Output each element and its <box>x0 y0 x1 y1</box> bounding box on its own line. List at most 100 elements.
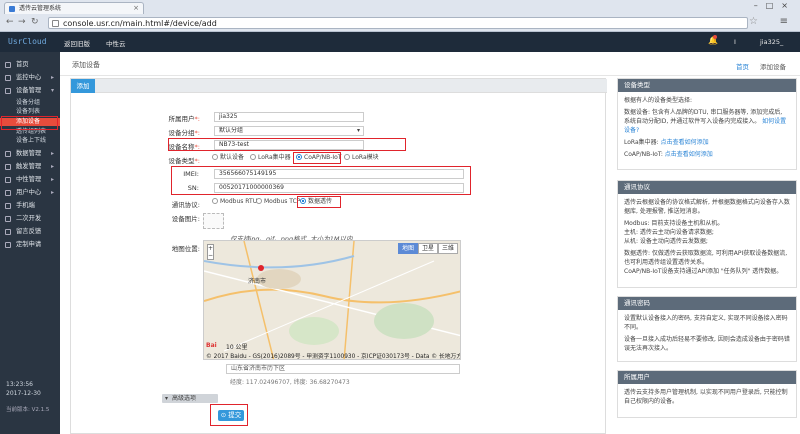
reload-icon[interactable]: ↻ <box>31 17 39 28</box>
sidebar: 首页 监控中心 ▸ 设备管理 ▾ 设备分组 设备列表 添加设备 透传组列表 设备上下… <box>0 52 60 434</box>
help-title: 设备类型 <box>618 79 796 92</box>
help-text: 透传云根据设备的协议格式解析, 并根据数据格式向设备存入数据库, 处理报警, 推… <box>624 199 790 215</box>
custom-icon <box>5 242 11 248</box>
map-type-3d[interactable]: 三维 <box>437 243 458 254</box>
help-link-coap[interactable]: 点击查看如何添加 <box>665 151 713 158</box>
sidebar-item-data[interactable]: 数据管理 ▸ <box>0 148 60 160</box>
breadcrumb-current: 添加设备 <box>760 63 786 71</box>
favicon-icon <box>9 6 15 12</box>
bookmark-star-icon[interactable]: ☆ <box>749 16 758 27</box>
sidebar-item-devices[interactable]: 设备管理 ▾ <box>0 85 60 97</box>
bell-icon[interactable]: 🔔 <box>708 35 718 45</box>
user-initial[interactable]: I <box>734 38 736 46</box>
map-label: 地图位置: <box>171 245 200 253</box>
map-type-satellite[interactable]: 卫星 <box>417 243 438 254</box>
protocol-label: 通讯协议: <box>171 201 200 209</box>
address-input[interactable]: 山东省济南市历下区 <box>226 364 460 374</box>
device-icon <box>5 88 11 94</box>
highlight-device-name <box>168 138 406 151</box>
page-title: 添加设备 <box>72 61 100 69</box>
sidebar-item-dev[interactable]: 二次开发 <box>0 213 60 225</box>
highlight-imei-sn <box>171 166 471 195</box>
back-icon[interactable]: ← <box>6 17 14 28</box>
protocol-modbus-rtu-radio[interactable]: Modbus RTU <box>212 197 257 207</box>
neutral-icon <box>5 177 11 183</box>
caret-icon: ▸ <box>50 189 54 196</box>
address-bar-row: ← → ↻ console.usr.cn/main.html#/device/a… <box>4 16 796 30</box>
page-icon <box>52 20 59 27</box>
help-text: CoAP/NB-IoT设备支持通过API添加 "任务队列" 透传数据。 <box>624 268 783 275</box>
data-icon <box>5 151 11 157</box>
help-panel-password: 通讯密码 设置默认设备接入的密码, 支持自定义, 实现不同设备接入密码不同。 设… <box>617 296 797 362</box>
radio-icon <box>256 198 262 204</box>
help-text: 数据透传: 仅做透传云获取数据流, 可利用API获取设备数据流, 也可利用透传组… <box>624 250 788 266</box>
help-link-lora[interactable]: 点击查看如何添加 <box>661 139 709 146</box>
caret-icon: ▸ <box>50 74 54 81</box>
sidebar-item-custom[interactable]: 定制申请 <box>0 239 60 251</box>
advanced-toggle[interactable]: ▾ 高级选项 <box>162 394 218 403</box>
breadcrumb-home[interactable]: 首页 <box>736 61 749 71</box>
caret-icon: ▸ <box>50 150 54 157</box>
browser-menu-icon[interactable]: ≡ <box>780 16 788 27</box>
sidebar-item-triggers[interactable]: 触发管理 ▸ <box>0 161 60 173</box>
protocol-modbus-tcp-radio[interactable]: Modbus TCP <box>256 197 300 207</box>
image-upload[interactable] <box>203 213 224 229</box>
highlight-coap <box>293 152 341 164</box>
highlight-submit <box>210 404 248 426</box>
forward-icon[interactable]: → <box>18 17 26 28</box>
notification-dot <box>713 35 717 39</box>
caret-icon: ▸ <box>50 163 54 170</box>
nav-neutral-cloud[interactable]: 中性云 <box>106 38 126 48</box>
map-type-map[interactable]: 地图 <box>397 243 418 254</box>
type-default-radio[interactable]: 默认设备 <box>212 153 244 163</box>
caret-icon: ▸ <box>50 176 54 183</box>
highlight-add-device <box>1 116 58 130</box>
coordinates: 经度: 117.02496707, 纬度: 36.68270473 <box>230 379 350 386</box>
radio-icon <box>344 154 350 160</box>
close-tab-icon[interactable]: × <box>133 3 139 14</box>
sidebar-item-monitor[interactable]: 监控中心 ▸ <box>0 72 60 84</box>
sidebar-sub-device-groups[interactable]: 设备分组 <box>0 99 60 107</box>
nav-old-version[interactable]: 返回旧版 <box>64 38 90 48</box>
type-lora-module-radio[interactable]: LoRa模块 <box>344 153 379 163</box>
zoom-control[interactable]: + − <box>207 244 214 260</box>
owner-label: 所属用户*: <box>168 115 200 123</box>
sidebar-sub-device-list[interactable]: 设备列表 <box>0 108 60 116</box>
help-text: Modbus: 目前支持设备主机和从机。 <box>624 220 724 227</box>
map-widget[interactable]: + − 地图 卫星 三维 济南市 Bai 10 公里 © 2017 Baidu - G… <box>203 240 461 360</box>
map-city-label: 济南市 <box>248 278 267 285</box>
help-panel-device-type: 设备类型 根据有人的设备类型选择: 数据设备: 包含有人品牌的DTU, 串口服务… <box>617 78 797 170</box>
window-controls[interactable]: –□× <box>754 1 796 10</box>
tab-add[interactable]: 添加 <box>71 79 95 93</box>
chevron-down-icon: ▾ <box>165 395 169 402</box>
help-text: CoAP/NB-IoT: <box>624 151 663 158</box>
version: 当前版本: V2.1.5 <box>6 407 50 413</box>
group-select[interactable]: 默认分组 ▾ <box>214 126 364 136</box>
sidebar-sub-online-offline[interactable]: 设备上下线 <box>0 137 60 145</box>
page-header: 添加设备 首页 添加设备 <box>60 52 800 76</box>
url-text: console.usr.cn/main.html#/device/add <box>63 19 217 28</box>
mobile-icon <box>5 203 11 209</box>
type-lora-gateway-radio[interactable]: LoRa集中器 <box>250 153 291 163</box>
clock: 13:23:56 2017-12-30 <box>6 381 41 397</box>
owner-field[interactable]: jia325 <box>214 112 364 122</box>
baidu-logo: Bai <box>206 342 217 349</box>
chevron-down-icon: ▾ <box>356 127 360 134</box>
comment-icon <box>5 229 11 235</box>
radio-icon <box>250 154 256 160</box>
app-logo: UsrCloud <box>8 37 47 46</box>
sidebar-item-home[interactable]: 首页 <box>0 59 60 71</box>
help-text: 从机: 设备主动向透传云发数据; <box>624 238 708 245</box>
code-icon <box>5 216 11 222</box>
sidebar-item-mobile[interactable]: 手机端 <box>0 200 60 212</box>
help-text: 透传云支持多用户管理机制, 以实现不同用户登录后, 只能控制自己权限内的设备。 <box>624 389 788 405</box>
sidebar-item-neutral[interactable]: 中性管理 ▸ <box>0 174 60 186</box>
url-input[interactable]: console.usr.cn/main.html#/device/add <box>48 17 748 29</box>
sidebar-item-feedback[interactable]: 留言反馈 <box>0 226 60 238</box>
help-text: 数据设备: 包含有人品牌的DTU, 串口服务器等, 添加完成后, 系统自动分配I… <box>624 109 783 125</box>
map-type-switch: 地图 卫星 三维 <box>397 243 458 254</box>
username[interactable]: jia325_ <box>760 38 783 46</box>
sidebar-item-user-center[interactable]: 用户中心 ▸ <box>0 187 60 199</box>
user-icon <box>5 190 11 196</box>
browser-tab[interactable]: 透传云管理系统 × <box>4 2 144 14</box>
